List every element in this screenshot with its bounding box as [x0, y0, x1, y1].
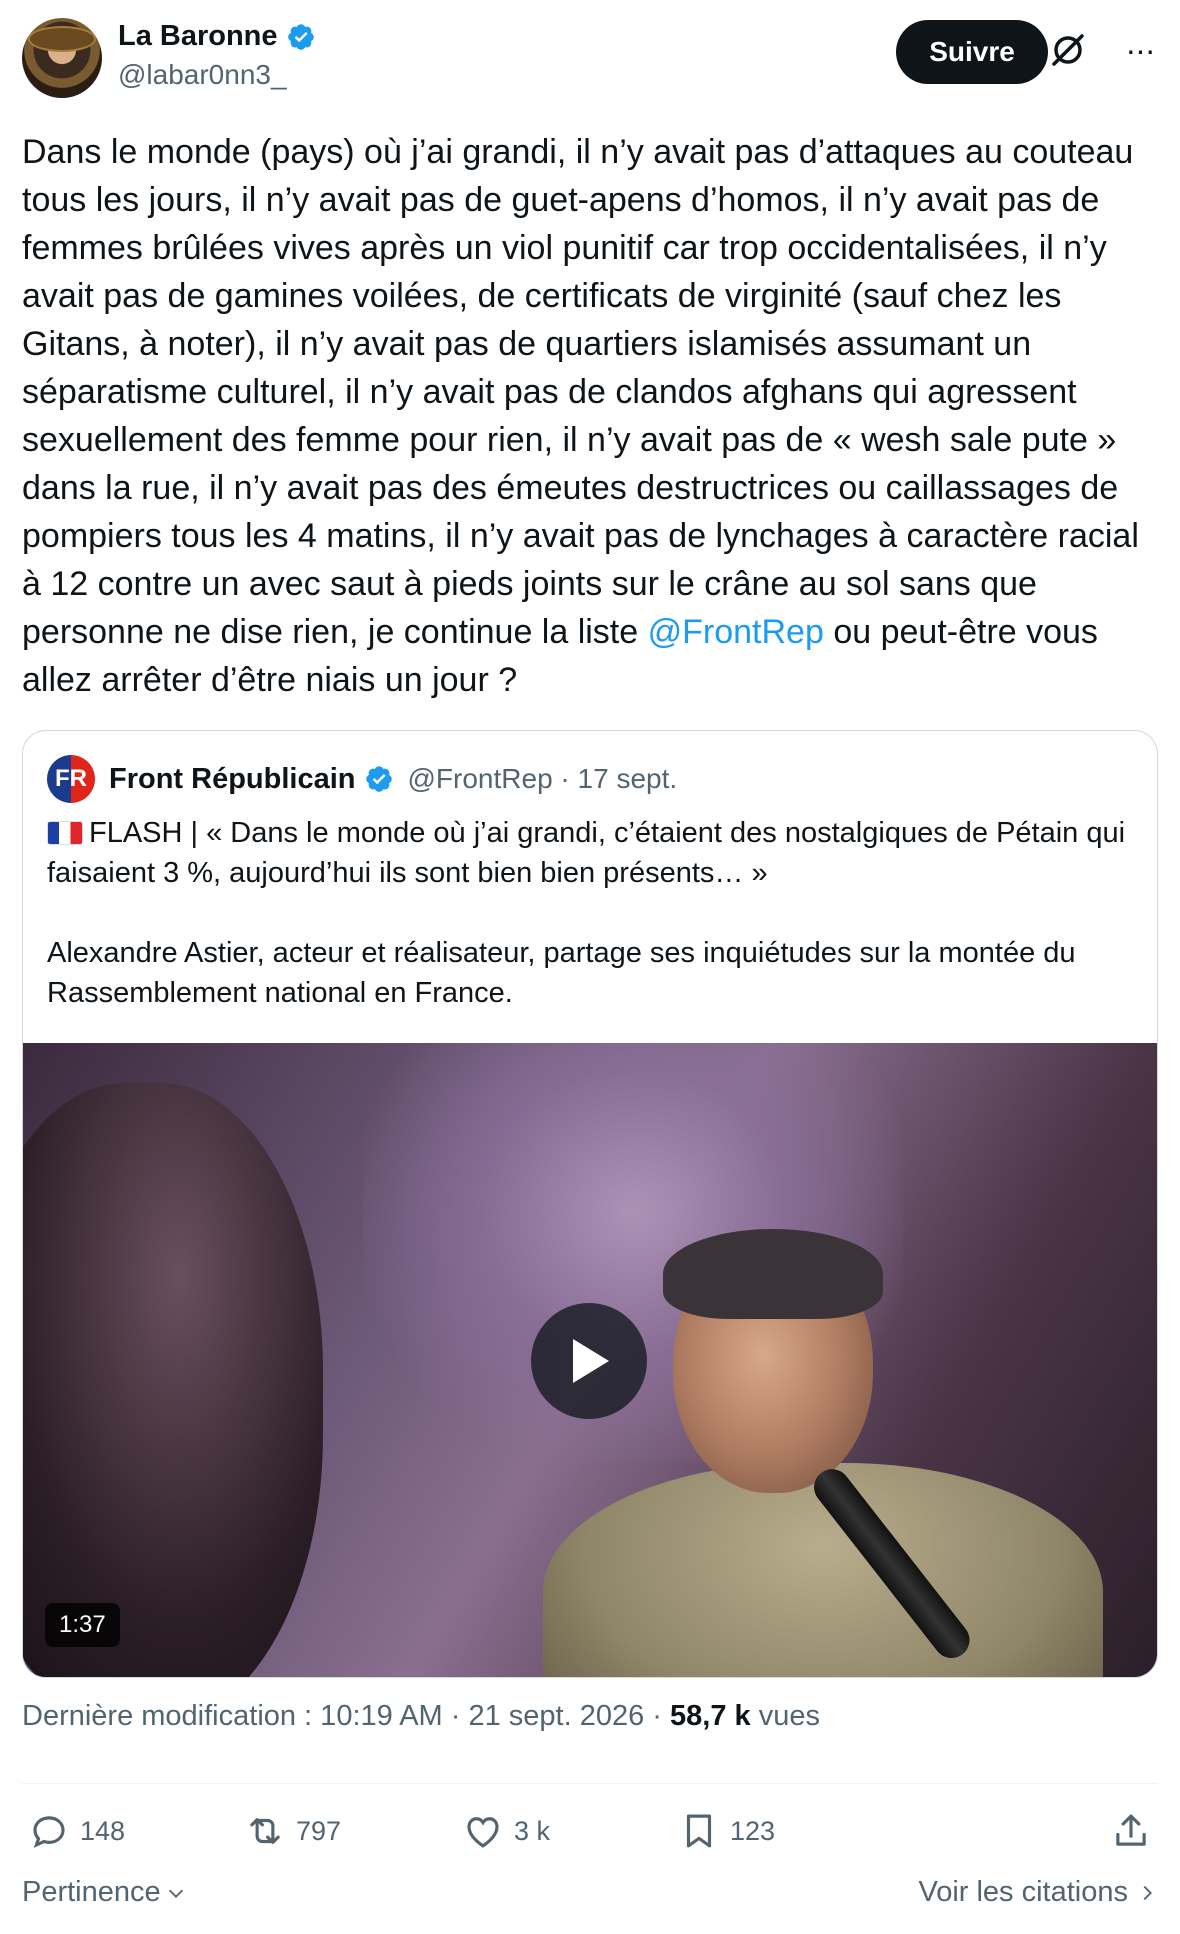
author-handle[interactable]: @labar0nn3_	[118, 59, 316, 91]
bookmark-icon	[686, 1814, 712, 1848]
share-button[interactable]	[1110, 1810, 1152, 1852]
video-person-hair	[663, 1229, 883, 1319]
reply-button[interactable]: 148	[28, 1810, 125, 1852]
avatar-hat	[28, 26, 96, 52]
quoted-tweet-card[interactable]: FR Front Républicain @FrontRep · 17 sept…	[22, 730, 1158, 1678]
post-text-part1: Dans le monde (pays) où j’ai grandi, il …	[22, 133, 1139, 651]
more-options-icon[interactable]: ···	[1122, 32, 1158, 68]
video-player[interactable]: 1:37	[23, 1043, 1157, 1677]
author-avatar[interactable]	[22, 18, 102, 98]
author-name-row: La Baronne	[118, 20, 316, 53]
share-icon	[1116, 1814, 1146, 1846]
france-flag-icon	[47, 821, 83, 845]
reply-icon	[33, 1816, 65, 1848]
post-timestamp[interactable]: Dernière modification : 10:19 AM · 21 se…	[22, 1700, 670, 1732]
quoted-author-name: Front Républicain	[109, 762, 356, 795]
play-button[interactable]	[531, 1303, 647, 1419]
sort-label: Pertinence	[22, 1876, 161, 1908]
quoted-tweet-header: FR Front Républicain @FrontRep · 17 sept…	[47, 755, 677, 803]
bookmark-count: 123	[730, 1815, 776, 1846]
quoted-tweet-text: FLASH | « Dans le monde où j’ai grandi, …	[47, 813, 1137, 1053]
view-quotes-link[interactable]: Voir les citations	[918, 1876, 1158, 1909]
author-display-name[interactable]: La Baronne	[118, 20, 278, 53]
tweet-page: La Baronne @labar0nn3_ Suivre ··· Dans l…	[0, 0, 1180, 1934]
repost-count: 797	[296, 1815, 342, 1846]
heart-icon	[467, 1817, 499, 1848]
bookmark-button[interactable]: 123	[678, 1810, 775, 1852]
quoted-paragraph-1-text: FLASH | « Dans le monde où j’ai grandi, …	[47, 817, 1126, 889]
quoted-paragraph-2: Alexandre Astier, acteur et réalisateur,…	[47, 937, 1076, 1009]
action-bar: 148 797 3 k 123	[22, 1810, 1158, 1870]
like-button[interactable]: 3 k	[462, 1810, 550, 1852]
quoted-handle-date: @FrontRep · 17 sept.	[407, 763, 678, 794]
video-duration-badge: 1:37	[45, 1603, 120, 1647]
mention-link[interactable]: @FrontRep	[648, 613, 824, 651]
author-name-block: La Baronne @labar0nn3_	[118, 20, 316, 91]
post-text: Dans le monde (pays) où j’ai grandi, il …	[22, 128, 1162, 704]
reply-count: 148	[80, 1815, 126, 1846]
repost-button[interactable]: 797	[244, 1810, 341, 1852]
play-icon	[573, 1339, 609, 1383]
follow-button[interactable]: Suivre	[896, 20, 1048, 84]
tweet-header: La Baronne @labar0nn3_ Suivre ···	[22, 0, 1158, 118]
sort-dropdown[interactable]: Pertinence	[22, 1876, 187, 1909]
views-label: vues	[750, 1700, 820, 1732]
view-quotes-label: Voir les citations	[918, 1876, 1128, 1908]
chevron-down-icon	[168, 1889, 183, 1898]
like-count: 3 k	[514, 1815, 551, 1846]
repost-icon	[250, 1818, 280, 1844]
video-foreground-silhouette	[23, 1083, 323, 1677]
quoted-paragraph-1: FLASH | « Dans le monde où j’ai grandi, …	[47, 813, 1137, 893]
verified-badge-icon	[287, 23, 314, 50]
chevron-right-icon	[1143, 1885, 1152, 1900]
post-meta-line: Dernière modification : 10:19 AM · 21 se…	[22, 1700, 820, 1733]
quoted-author-avatar: FR	[47, 755, 95, 803]
views-count: 58,7 k	[670, 1700, 751, 1732]
divider	[22, 1783, 1158, 1784]
quoted-verified-badge-icon	[365, 766, 392, 792]
grok-icon[interactable]	[1048, 30, 1088, 70]
